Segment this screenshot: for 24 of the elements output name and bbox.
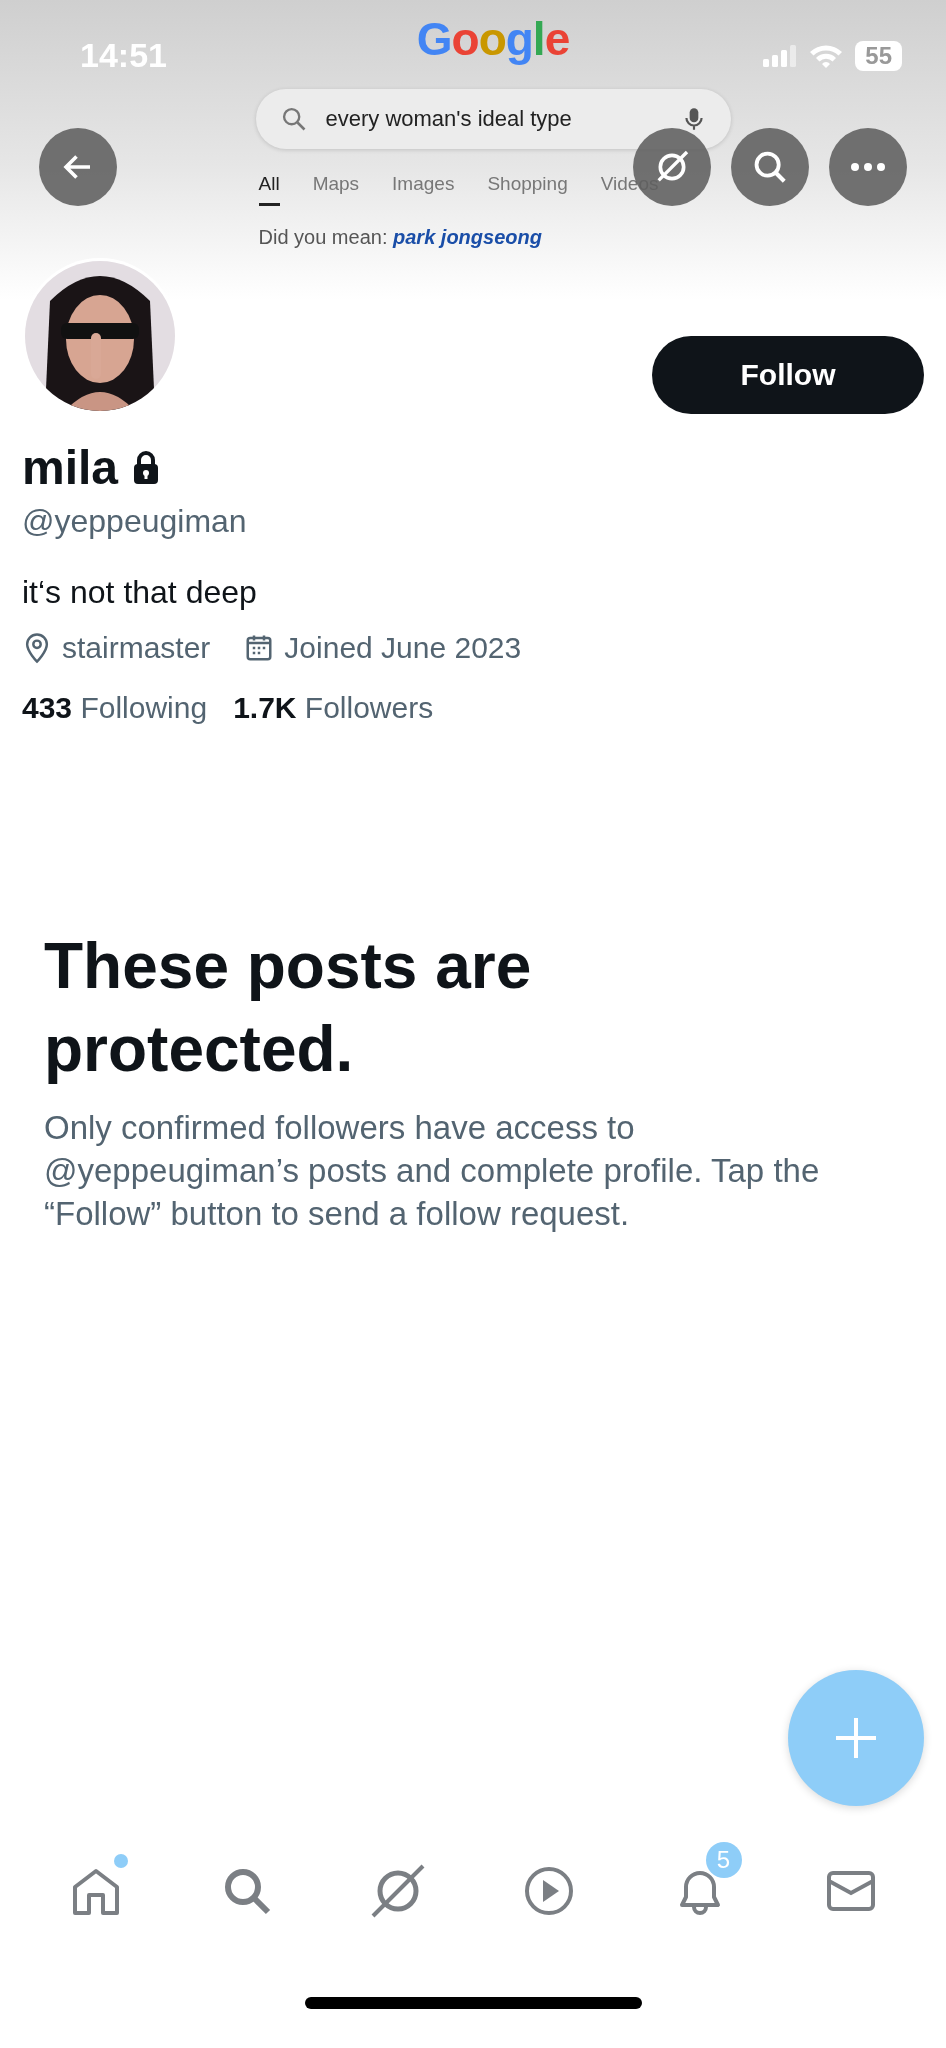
follow-button[interactable]: Follow <box>652 336 924 414</box>
search-tab-label: All <box>258 172 280 206</box>
location-text: stairmaster <box>62 631 211 665</box>
signal-icon <box>763 44 798 67</box>
notification-count: 5 <box>705 1842 742 1878</box>
username: @yeppeugiman <box>22 503 248 540</box>
play-icon <box>522 1865 575 1917</box>
battery-indicator: 55 <box>855 40 902 71</box>
more-icon <box>850 162 886 172</box>
google-logo: Google <box>416 14 570 65</box>
follow-count-link[interactable]: 1.7K Followers <box>233 691 434 725</box>
protected-message: Only confirmed followers have access to @yeppeugiman’s posts and complete profile. Tap the “Follow” button to send a follow request. <box>44 1108 821 1235</box>
search-tab-label: Maps <box>312 172 360 196</box>
plus-icon <box>834 1716 878 1760</box>
follow-count-link[interactable]: 433 Following <box>22 691 208 725</box>
join-date-text: Joined June 2023 <box>284 631 522 665</box>
calendar-icon <box>244 633 275 663</box>
bio-text: it‘s not that deep <box>22 574 258 611</box>
search-tab-label: Shopping <box>487 172 568 196</box>
suggestion-text: Did you mean: park jongseong <box>257 225 543 249</box>
protected-heading: These posts are protected. <box>44 929 533 1088</box>
wifi-icon <box>809 43 844 68</box>
search-tab-label: Images <box>392 172 455 196</box>
display-name: mila <box>22 440 119 495</box>
